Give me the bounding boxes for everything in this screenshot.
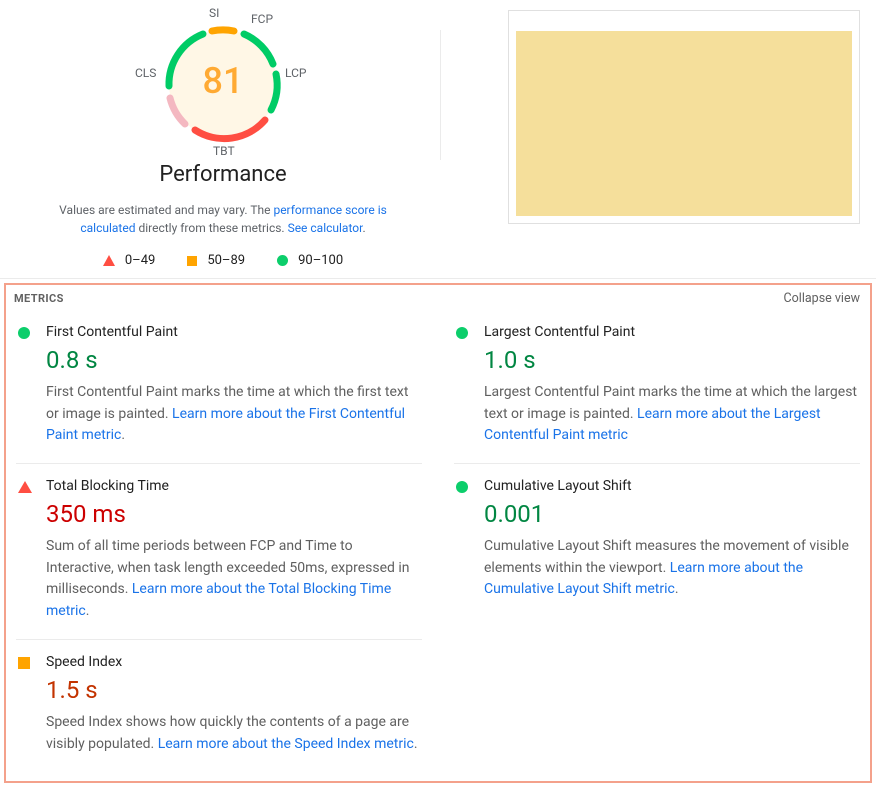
gauge-label-si: SI [209,6,219,20]
metric-description: First Contentful Paint marks the time at… [46,382,420,447]
metric-name: First Contentful Paint [46,324,420,340]
metric-description: Speed Index shows how quickly the conten… [46,712,420,755]
performance-score: 81 [113,60,333,102]
gauge-label-tbt: TBT [213,144,235,158]
metric-description: Sum of all time periods between FCP and … [46,536,420,623]
metric-learn-more-link[interactable]: Learn more about the Speed Index metric [158,736,414,752]
metric-value: 0.001 [484,500,858,528]
square-average-icon [187,256,197,266]
metric-lcp: Largest Contentful Paint 1.0 s Largest C… [454,310,860,463]
gauge-label-fcp: FCP [251,12,273,26]
gauge-title: Performance [8,162,438,187]
metric-tbt: Total Blocking Time 350 ms Sum of all ti… [16,463,422,639]
circle-pass-icon [18,327,30,339]
square-average-icon [18,657,30,669]
triangle-fail-icon [103,255,115,266]
score-legend: 0–49 50–89 90–100 [8,253,438,268]
metric-si: Speed Index 1.5 s Speed Index shows how … [16,639,422,771]
circle-pass-icon [277,255,288,266]
metric-description: Cumulative Layout Shift measures the mov… [484,536,858,601]
metric-name: Largest Contentful Paint [484,324,858,340]
metric-value: 350 ms [46,500,420,528]
metric-name: Cumulative Layout Shift [484,478,858,494]
score-disclaimer: Values are estimated and may vary. The p… [43,201,403,237]
metric-cls: Cumulative Layout Shift 0.001 Cumulative… [454,463,860,639]
collapse-view-toggle[interactable]: Collapse view [784,291,860,306]
metric-description: Largest Contentful Paint marks the time … [484,382,858,447]
circle-pass-icon [456,327,468,339]
screenshot-thumbnail [508,10,860,224]
metric-name: Speed Index [46,654,420,670]
vertical-divider [440,30,441,160]
metric-value: 1.5 s [46,676,420,704]
metric-value: 1.0 s [484,346,858,374]
link-see-calculator[interactable]: See calculator [288,221,363,235]
metrics-heading: METRICS [14,292,64,305]
triangle-fail-icon [18,481,32,493]
circle-pass-icon [456,481,468,493]
metric-fcp: First Contentful Paint 0.8 s First Conte… [16,310,422,463]
performance-gauge: SI FCP LCP TBT CLS 81 [113,4,333,164]
metrics-section: METRICS Collapse view First Contentful P… [4,283,872,783]
metric-name: Total Blocking Time [46,478,420,494]
metric-value: 0.8 s [46,346,420,374]
